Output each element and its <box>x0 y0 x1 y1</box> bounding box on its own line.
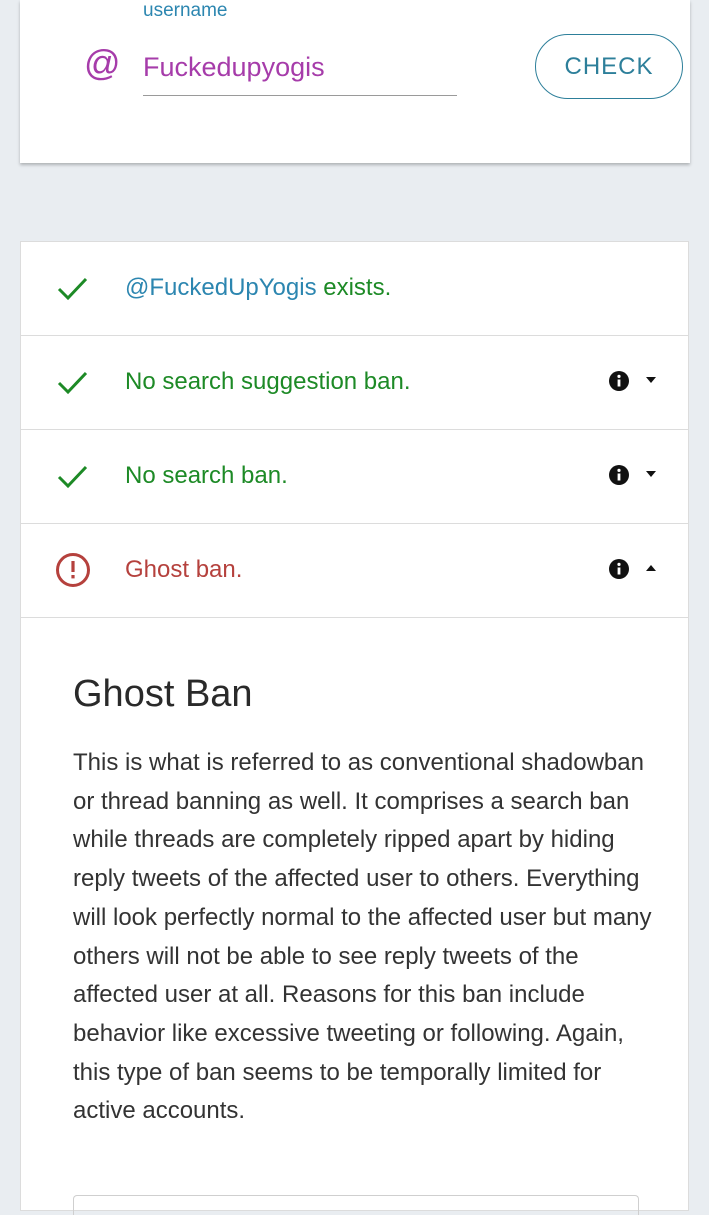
info-icon[interactable] <box>608 558 630 580</box>
username-field-label: username <box>143 0 228 21</box>
username-input[interactable] <box>143 40 457 96</box>
result-text-search-ban: No search ban. <box>125 462 288 489</box>
result-row-search-ban[interactable]: No search ban. <box>21 430 688 524</box>
info-icon[interactable] <box>608 464 630 486</box>
username-handle: @FuckedUpYogis <box>125 274 317 301</box>
alert-circle-icon <box>56 553 90 587</box>
caret-down-icon[interactable] <box>645 376 657 384</box>
ghost-ban-detail: Ghost Ban This is what is referred to as… <box>73 672 653 1131</box>
result-text-search-suggestion-ban: No search suggestion ban. <box>125 368 411 395</box>
check-icon <box>57 277 88 301</box>
check-icon <box>57 465 88 489</box>
check-icon <box>57 371 88 395</box>
next-card-edge <box>73 1195 639 1215</box>
caret-down-icon[interactable] <box>645 470 657 478</box>
result-row-search-suggestion-ban[interactable]: No search suggestion ban. <box>21 336 688 430</box>
username-check-card: username @ CHECK <box>20 0 690 163</box>
result-text-exists: @FuckedUpYogis exists. <box>125 274 391 302</box>
detail-body: This is what is referred to as conventio… <box>73 749 652 1125</box>
info-icon[interactable] <box>608 370 630 392</box>
at-icon: @ <box>84 42 121 83</box>
result-text-ghost-ban: Ghost ban. <box>125 556 243 583</box>
result-row-ghost-ban[interactable]: Ghost ban. <box>21 524 688 618</box>
results-card: @FuckedUpYogis exists. No search suggest… <box>20 241 689 1215</box>
caret-up-icon[interactable] <box>645 564 657 572</box>
check-button[interactable]: CHECK <box>535 34 683 99</box>
detail-title: Ghost Ban <box>73 673 253 715</box>
result-row-exists: @FuckedUpYogis exists. <box>21 242 688 336</box>
exists-label: exists. <box>316 274 392 301</box>
